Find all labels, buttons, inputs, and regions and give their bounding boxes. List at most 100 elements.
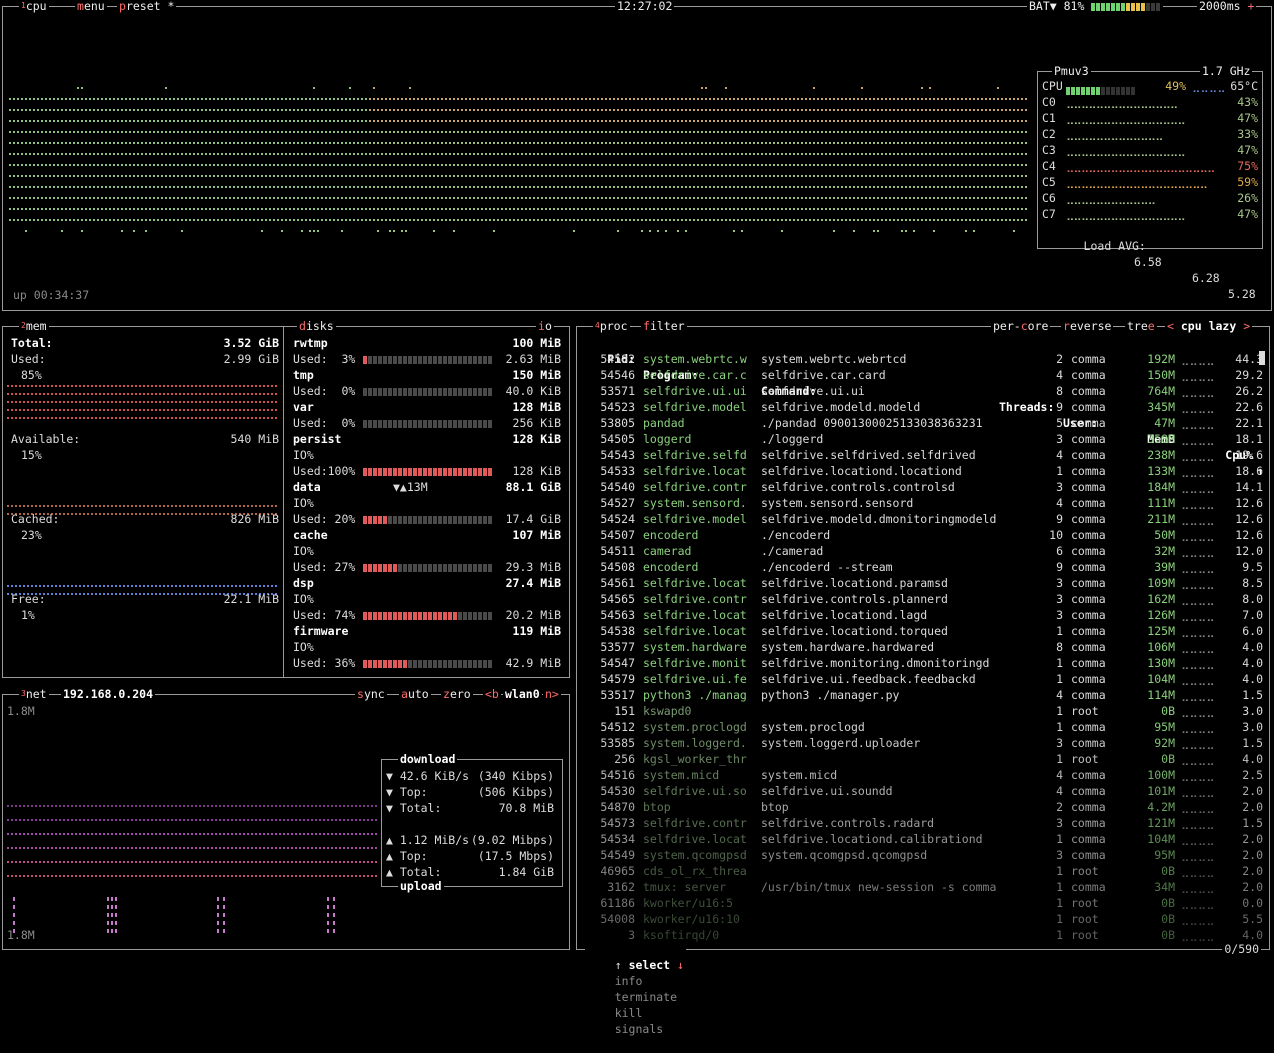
cpu-history-graph [9, 83, 1031, 239]
signals-button[interactable]: signals [615, 1022, 663, 1036]
kill-button[interactable]: kill [615, 1006, 643, 1020]
process-row[interactable]: 54573 selfdrive.contr selfdrive.controls.r… [577, 815, 1269, 831]
disk-used: Used: 36% 42.9 MiB [293, 655, 561, 671]
process-row[interactable]: 53517 python3 ./manag python3 ./manager.py… [577, 687, 1269, 703]
cpu-cores-box: Pmuv3 1.7 GHz CPU 49% ⣀⣀⣀⣀ 65°C C0 ⣀⣀⣀⣀⣀⣀⣀⣀⣀⣀… [1037, 71, 1263, 249]
process-row[interactable]: 54511camerad./camerad6comma32M⣀⣀⣀⣀⣀12.0 [577, 543, 1269, 559]
process-row[interactable]: 54579 selfdrive.ui.fe selfdrive.ui.feedbac… [577, 671, 1269, 687]
proc-footer: ↑ select ↓ info terminate kill signals [585, 941, 686, 1053]
process-row[interactable]: 54563 selfdrive.locat selfdrive.locationd.… [577, 607, 1269, 623]
mem-used-pct: 85% [21, 367, 279, 383]
sort-selector[interactable]: < cpu lazy > [1165, 318, 1252, 334]
process-row[interactable]: 54505loggerd./loggerd3comma358M⣀⣀⣀⣀⣀18.1 [577, 431, 1269, 447]
auto-toggle[interactable]: auto [399, 686, 431, 702]
disk-io: IO% [293, 447, 561, 463]
per-core-toggle[interactable]: per-core [991, 318, 1050, 334]
process-row[interactable]: 256kgsl_worker_thr1root0B⣀⣀⣀⣀⣀4.0 [577, 751, 1269, 767]
sync-toggle[interactable]: sync [355, 686, 387, 702]
proc-counter: 0/590 [1222, 941, 1261, 957]
battery-indicator: BAT▼ 81% [1027, 0, 1163, 14]
process-row[interactable]: 54549 system.qcomgpsd system.qcomgpsd.qcom… [577, 847, 1269, 863]
process-list[interactable]: 54582 system.webrtc.w system.webrtc.webrtc… [577, 351, 1269, 943]
upload-title: upload [398, 878, 444, 894]
process-row[interactable]: 54565 selfdrive.contr selfdrive.controls.p… [577, 591, 1269, 607]
process-row[interactable]: 54540 selfdrive.contr selfdrive.controls.c… [577, 479, 1269, 495]
process-row[interactable]: 54512 system.proclogd system.proclogd 1 comm… [577, 719, 1269, 735]
process-row[interactable]: 54530 selfdrive.ui.so selfdrive.ui.soundd 4… [577, 783, 1269, 799]
process-row[interactable]: 54507encoderd./encoderd10comma50M⣀⣀⣀⣀⣀12… [577, 527, 1269, 543]
process-row[interactable]: 53571 selfdrive.ui.ui selfdrive.ui.ui 8 comm… [577, 383, 1269, 399]
process-row[interactable]: 54870btopbtop2comma4.2M⣀⣀⣀⣀⣀2.0 [577, 799, 1269, 815]
cpu-core-row: C1 ⣀⣀⣀⣀⣀⣀⣀⣀⣀⣀⣀⣀⣀⣀⣀⣀ 47% [1042, 110, 1258, 126]
proc-scrollbar[interactable] [1259, 351, 1265, 365]
process-row[interactable]: 53577 system.hardware system.hardware.hard… [577, 639, 1269, 655]
terminate-button[interactable]: terminate [615, 990, 677, 1004]
process-row[interactable]: 46965cds_ol_rx_threa1root0B⣀⣀⣀⣀⣀2.0 [577, 863, 1269, 879]
mem-title: 2mem [19, 318, 49, 334]
disks-title[interactable]: disks [297, 318, 336, 334]
info-button[interactable]: info [615, 974, 643, 988]
cpu-core-row: C2 ⣀⣀⣀⣀⣀⣀⣀⣀⣀⣀⣀⣀⣀ 33% [1042, 126, 1258, 142]
zero-toggle[interactable]: zero [441, 686, 473, 702]
process-row[interactable]: 54508 encoderd ./encoderd --stream 9 comma 39… [577, 559, 1269, 575]
menu-button[interactable]: menu [75, 0, 107, 14]
process-row[interactable]: 54523 selfdrive.model selfdrive.modeld.mod… [577, 399, 1269, 415]
process-row[interactable]: 54543 selfdrive.selfd selfdrive.selfdrived… [577, 447, 1269, 463]
process-row[interactable]: 54547 selfdrive.monit selfdrive.monitoring… [577, 655, 1269, 671]
net-stats-box: download ▼ 42.6 KiB/s (340 Kibps) ▼ Top:(… [381, 759, 563, 887]
process-row[interactable]: 54527 system.sensord. system.sensord.senso… [577, 495, 1269, 511]
disk-rwtmp: rwtmp 100 MiB [293, 335, 561, 351]
disk-used: Used: 27% 29.3 MiB [293, 559, 561, 575]
disk-io: IO% [293, 591, 561, 607]
process-row[interactable]: 54516 system.micd system.micd 4 comma 100M ⣀⣀⣀… [577, 767, 1269, 783]
download-top: ▼ Top: (506 Kibps) [386, 784, 562, 800]
uptime: up 00:34:37 [13, 287, 89, 303]
cpu-core-row: C6 ⣀⣀⣀⣀⣀⣀⣀⣀⣀⣀⣀⣀ 26% [1042, 190, 1258, 206]
disk-used: Used: 0% 256 KiB [293, 415, 561, 431]
download-title: download [398, 751, 457, 767]
process-row[interactable]: 3162 tmux: server/usr/bin/tmux new-sessio… [577, 879, 1269, 895]
update-interval[interactable]: 2000ms + [1197, 0, 1256, 14]
process-row[interactable]: 54538 selfdrive.locat selfdrive.locationd.… [577, 623, 1269, 639]
disk-tmp: tmp 150 MiB [293, 367, 561, 383]
upload-rate: ▲ 1.12 MiB/s (9.02 Mibps) [386, 832, 562, 848]
cpu-core-row: C3 ⣀⣀⣀⣀⣀⣀⣀⣀⣀⣀⣀⣀⣀⣀⣀⣀ 47% [1042, 142, 1258, 158]
process-row[interactable]: 54561 selfdrive.locat selfdrive.locationd.… [577, 575, 1269, 591]
process-row[interactable]: 61186kworker/u16:51root0B⣀⣀⣀⣀⣀0.0 [577, 895, 1269, 911]
mem-used: Used: 2.99 GiB [11, 351, 279, 367]
disk-io: IO% [293, 495, 561, 511]
process-row[interactable]: 54582 system.webrtc.w system.webrtc.webrtc… [577, 351, 1269, 367]
cpu-panel: 1cpu menu preset * 12:27:02 BAT▼ 81% 200… [2, 6, 1272, 311]
reverse-toggle[interactable]: reverse [1061, 318, 1113, 334]
next-interface-button[interactable]: n> [543, 686, 561, 702]
preset-button[interactable]: preset * [117, 0, 176, 14]
process-row[interactable]: 54008kworker/u16:101root0B⣀⣀⣀⣀⣀5.5 [577, 911, 1269, 927]
process-row[interactable]: 54534 selfdrive.locat selfdrive.locationd.… [577, 831, 1269, 847]
cpu-model: Pmuv3 [1052, 63, 1091, 79]
mem-free-pct: 1% [21, 607, 279, 623]
prev-interface-button[interactable]: <b [483, 686, 501, 702]
disk-used: Used: 3% 2.63 MiB [293, 351, 561, 367]
disk-data: data ▼▲13M 88.1 GiB [293, 479, 561, 495]
select-button[interactable]: ↑ select ↓ [615, 958, 684, 972]
disks-list: rwtmp 100 MiB Used: 3% 2.63 MiB tmp 150 MiB Us… [293, 335, 561, 675]
cpu-core-row: C4⣀⣀⣀⣀⣀⣀⣀⣀⣀⣀⣀⣀⣀⣀⣀⣀⣀⣀⣀⣀⣀⣀⣀75% [1042, 158, 1258, 174]
net-title: 3net [19, 686, 49, 702]
mem-available: Available: 540 MiB [11, 431, 279, 447]
mem-cached: Cached: 826 MiB [11, 511, 279, 527]
process-row[interactable]: 151kswapd01root0B⣀⣀⣀⣀⣀3.0 [577, 703, 1269, 719]
process-row[interactable]: 54524 selfdrive.model selfdrive.modeld.dmo… [577, 511, 1269, 527]
io-toggle[interactable]: io [536, 318, 554, 334]
interface-name: wlan0 [503, 686, 542, 702]
upload-top: ▲ Top: (17.5 Mbps) [386, 848, 562, 864]
tree-toggle[interactable]: tree [1125, 318, 1157, 334]
proc-title: 4proc [593, 318, 630, 334]
filter-button[interactable]: filter [641, 318, 687, 334]
process-row[interactable]: 53805 pandad ./pandad 09001300025133038363… [577, 415, 1269, 431]
process-row[interactable]: 53585 system.loggerd. system.loggerd.uploa… [577, 735, 1269, 751]
net-panel: 3net 192.168.0.204 sync auto zero <b wla… [2, 694, 570, 950]
cpu-title: 1cpu [19, 0, 49, 14]
process-row[interactable]: 54533 selfdrive.locat selfdrive.locationd.… [577, 463, 1269, 479]
process-row[interactable]: 54546 selfdrive.car.c selfdrive.car.card 4 c… [577, 367, 1269, 383]
mem-available-pct: 15% [21, 447, 279, 463]
